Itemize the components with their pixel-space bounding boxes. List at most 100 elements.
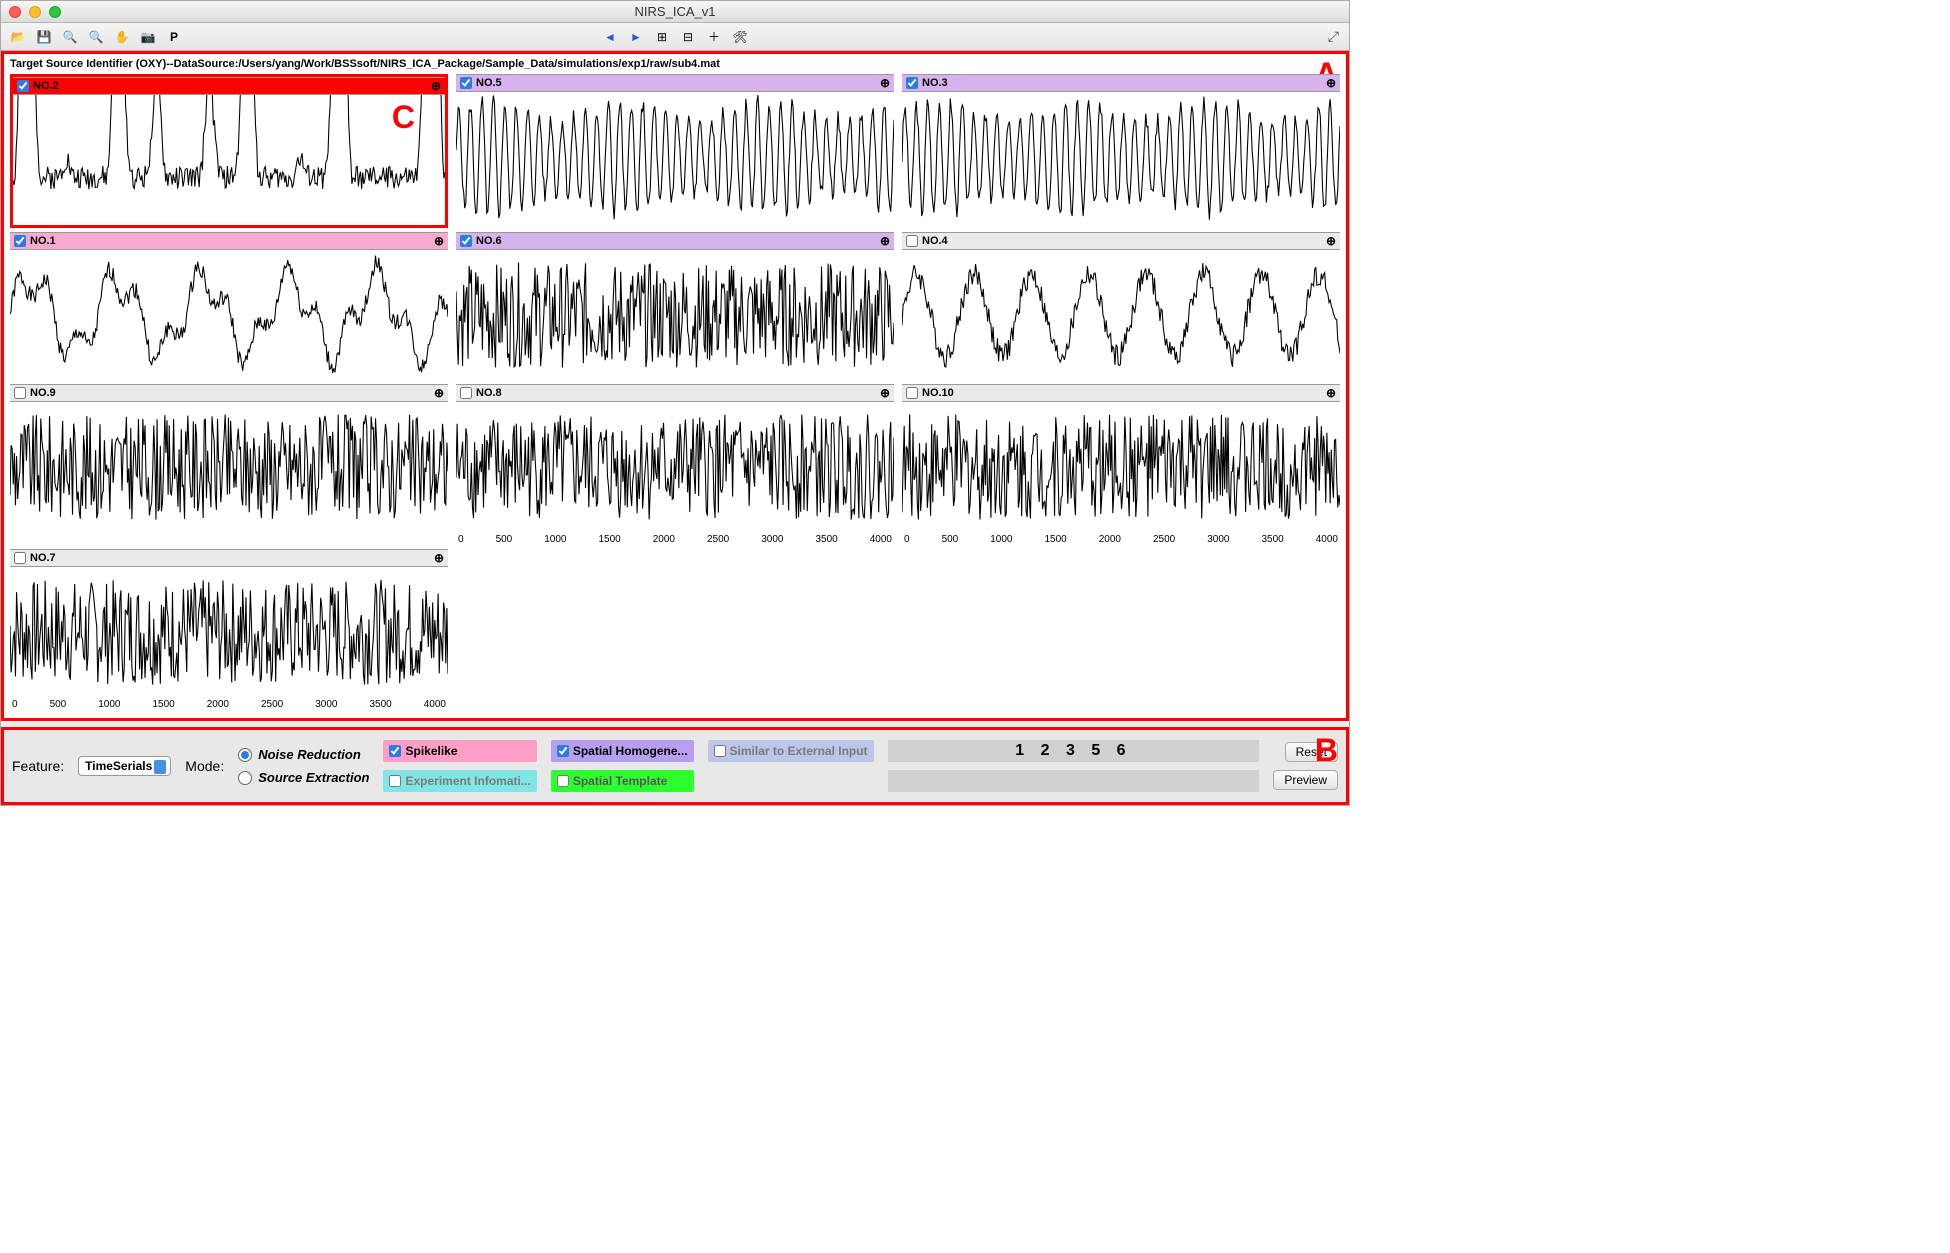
save-icon[interactable]: 💾 (33, 26, 55, 48)
axis-tick: 3500 (370, 699, 392, 710)
panel-checkbox[interactable] (906, 387, 918, 399)
p-button[interactable]: P (163, 26, 185, 48)
radio-unchecked-icon (238, 771, 252, 785)
next-icon[interactable]: ► (625, 26, 647, 48)
tag-spikelike-label: Spikelike (405, 744, 457, 758)
axis-tick: 4000 (1316, 534, 1338, 545)
feature-label: Feature: (12, 758, 64, 774)
panel-checkbox[interactable] (460, 235, 472, 247)
mode-label: Mode: (185, 758, 224, 774)
expand-icon[interactable]: ⤢ (1324, 28, 1343, 45)
panel-header: NO.7 ⊕ (10, 549, 448, 567)
toolbar-center: ◄ ► ⊞ ⊟ ＋ 🛠 (599, 26, 751, 48)
minimize-icon[interactable] (29, 6, 41, 18)
zoom-icon[interactable]: ⊕ (1326, 234, 1336, 248)
axis-tick: 1500 (1045, 534, 1067, 545)
zoom-icon[interactable]: ⊕ (1326, 386, 1336, 400)
signal-plot (13, 95, 445, 225)
preview-button[interactable]: Preview (1273, 770, 1338, 790)
tag-template-label: Spatial Template (573, 774, 667, 788)
panel-checkbox[interactable] (460, 387, 472, 399)
signal-plot (902, 250, 1340, 380)
tag-spikelike[interactable]: Spikelike (383, 740, 536, 762)
panel-title: NO.3 (922, 77, 948, 89)
camera-icon[interactable]: 📷 (137, 26, 159, 48)
panel-checkbox[interactable] (14, 235, 26, 247)
panel-checkbox[interactable] (14, 387, 26, 399)
tag-template-checkbox[interactable] (557, 775, 569, 787)
panel-checkbox[interactable] (906, 235, 918, 247)
tag-spatial-checkbox[interactable] (557, 745, 569, 757)
panel-checkbox[interactable] (906, 77, 918, 89)
signal-plot (902, 92, 1340, 222)
panel-title: NO.1 (30, 235, 56, 247)
zoom-icon[interactable]: ⊕ (434, 551, 444, 565)
zoom-icon[interactable]: ⊕ (434, 386, 444, 400)
toolbar-left: 📂 💾 🔍 🔍 ✋ 📷 P (7, 26, 185, 48)
zoom-out-icon[interactable]: 🔍 (85, 26, 107, 48)
zoom-icon[interactable]: ⊕ (1326, 76, 1336, 90)
window-title: NIRS_ICA_v1 (635, 4, 716, 19)
tag-spatial-template[interactable]: Spatial Template (551, 770, 694, 792)
close-icon[interactable] (9, 6, 21, 18)
tag-spatial-homogene[interactable]: Spatial Homogene... (551, 740, 694, 762)
grid-2x2-icon[interactable]: ⊟ (677, 26, 699, 48)
tools-icon[interactable]: 🛠 (729, 26, 751, 48)
panel-b: B Feature: TimeSerials Mode: Noise Reduc… (1, 727, 1349, 805)
tag-similar-label: Similar to External Input (730, 744, 868, 758)
axis-tick: 2500 (707, 534, 729, 545)
signal-panel: NO.4 ⊕ (902, 232, 1340, 380)
zoom-icon[interactable]: ⊕ (434, 234, 444, 248)
zoom-icon[interactable]: ⊕ (880, 234, 890, 248)
mode-noise-label: Noise Reduction (258, 747, 361, 762)
axis-tick: 1000 (990, 534, 1012, 545)
tag-column-2: Spatial Homogene... Spatial Template (551, 740, 694, 792)
pan-icon[interactable]: ✋ (111, 26, 133, 48)
axis-tick: 4000 (424, 699, 446, 710)
zoom-icon[interactable]: ⊕ (880, 386, 890, 400)
axis-tick: 500 (496, 534, 513, 545)
tag-spikelike-checkbox[interactable] (389, 745, 401, 757)
mode-source-extraction[interactable]: Source Extraction (238, 770, 369, 785)
zoom-icon[interactable]: ⊕ (880, 76, 890, 90)
signal-grid: NO.2 ⊕ C NO.5 ⊕ NO.3 ⊕ NO.1 ⊕ (4, 74, 1346, 710)
tag-similar-checkbox[interactable] (714, 745, 726, 757)
panel-header: NO.5 ⊕ (456, 74, 894, 92)
mode-noise-reduction[interactable]: Noise Reduction (238, 747, 369, 762)
panel-c-label: C (392, 99, 415, 136)
selected-column: 1 2 3 5 6 (888, 740, 1260, 792)
axis-tick: 2000 (653, 534, 675, 545)
axis-tick: 3000 (1207, 534, 1229, 545)
panel-checkbox[interactable] (14, 552, 26, 564)
open-icon[interactable]: 📂 (7, 26, 29, 48)
axis-tick: 0 (458, 534, 464, 545)
app-window: NIRS_ICA_v1 📂 💾 🔍 🔍 ✋ 📷 P ◄ ► ⊞ ⊟ ＋ 🛠 ⤢ … (0, 0, 1350, 806)
axis-tick: 2500 (261, 699, 283, 710)
zoom-icon[interactable]: ⊕ (431, 79, 441, 93)
mode-options: Noise Reduction Source Extraction (238, 747, 369, 785)
axis-tick: 1000 (98, 699, 120, 710)
prev-icon[interactable]: ◄ (599, 26, 621, 48)
panel-header: NO.6 ⊕ (456, 232, 894, 250)
panel-header: NO.10 ⊕ (902, 384, 1340, 402)
tag-similar-external[interactable]: Similar to External Input (708, 740, 874, 762)
feature-select[interactable]: TimeSerials (78, 756, 171, 776)
tag-experiment-info[interactable]: Experiment Infomati... (383, 770, 536, 792)
plus-icon[interactable]: ＋ (703, 26, 725, 48)
panel-checkbox[interactable] (460, 77, 472, 89)
toolbar: 📂 💾 🔍 🔍 ✋ 📷 P ◄ ► ⊞ ⊟ ＋ 🛠 ⤢ (1, 23, 1349, 51)
window-controls (1, 6, 61, 18)
tag-experiment-checkbox[interactable] (389, 775, 401, 787)
zoom-in-icon[interactable]: 🔍 (59, 26, 81, 48)
signal-panel: NO.7 ⊕ (10, 549, 448, 697)
maximize-icon[interactable] (49, 6, 61, 18)
panel-with-axis: NO.7 ⊕ 05001000150020002500300035004000 (10, 549, 448, 710)
grid-3x3-icon[interactable]: ⊞ (651, 26, 673, 48)
panel-title: NO.8 (476, 387, 502, 399)
panel-checkbox[interactable] (17, 80, 29, 92)
panel-header: NO.9 ⊕ (10, 384, 448, 402)
axis-tick: 2000 (207, 699, 229, 710)
radio-checked-icon (238, 748, 252, 762)
signal-plot (10, 402, 448, 532)
axis-tick: 1500 (153, 699, 175, 710)
